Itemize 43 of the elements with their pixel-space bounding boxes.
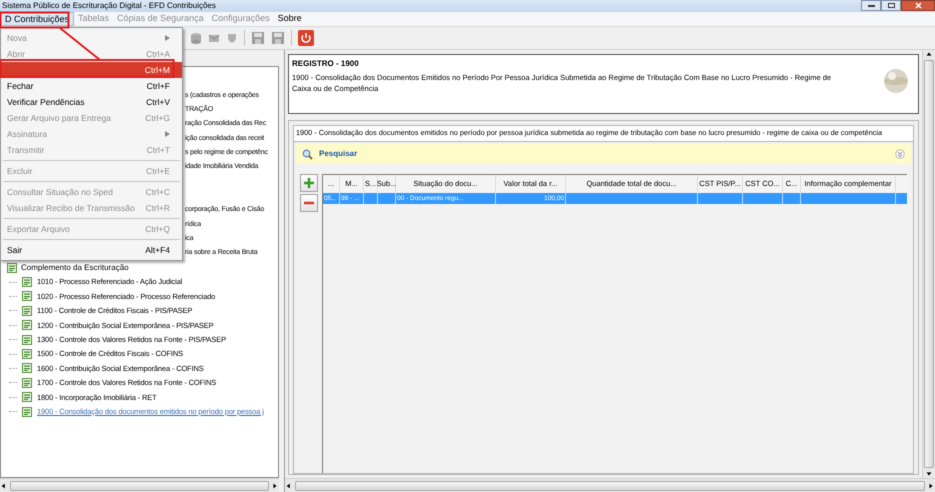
folder-icon — [7, 262, 17, 273]
search-bar[interactable]: Pesquisar — [296, 144, 911, 164]
close-icon — [914, 2, 922, 9]
search-icon — [302, 148, 313, 160]
document-icon — [22, 349, 32, 359]
annotation-line — [59, 27, 101, 61]
add-button[interactable] — [300, 174, 318, 192]
database-icon[interactable] — [190, 32, 202, 44]
vertical-scrollbar[interactable] — [922, 50, 935, 478]
annotation-box — [0, 12, 70, 28]
maximize-button[interactable] — [881, 0, 901, 11]
document-icon — [22, 378, 32, 388]
power-icon[interactable] — [298, 30, 314, 46]
remove-button[interactable] — [300, 194, 318, 212]
minimize-button[interactable] — [861, 0, 881, 11]
close-button[interactable] — [901, 0, 935, 11]
scroll-right-icon[interactable] — [927, 482, 935, 490]
horizontal-scrollbar[interactable] — [285, 478, 935, 492]
register-title: REGISTRO - 1900 — [292, 58, 360, 70]
document-icon — [22, 291, 32, 302]
scroll-right-icon[interactable] — [271, 482, 279, 490]
menu-item[interactable]: Sair Alt+F4 — [1, 242, 182, 258]
document-icon — [22, 320, 32, 330]
document-icon — [22, 277, 32, 288]
envelope-icon[interactable] — [208, 32, 220, 44]
document-icon — [22, 334, 32, 345]
search-label: Pesquisar — [319, 148, 358, 160]
menu-item[interactable]: Verificar Pendências Ctrl+V — [1, 94, 182, 110]
window-title: Sistema Público de Escrituração Digital - EFD Contribuições — [2, 2, 216, 10]
horizontal-scrollbar[interactable] — [0, 478, 279, 492]
document-icon — [22, 363, 32, 374]
menu-bar-item[interactable]: Sobre — [274, 12, 306, 26]
scroll-up-icon[interactable] — [925, 50, 933, 58]
document-icon — [22, 406, 32, 417]
document-icon — [22, 392, 32, 402]
document-icon — [22, 306, 32, 316]
tree-item-label[interactable]: Complemento da Escrituração — [21, 262, 129, 274]
scroll-left-icon[interactable] — [285, 482, 293, 490]
menu-item[interactable]: Fechar Ctrl+F — [1, 78, 182, 94]
plus-icon — [303, 177, 315, 189]
expand-icon[interactable] — [895, 149, 905, 159]
globe-icon — [881, 66, 911, 96]
scroll-left-icon[interactable] — [0, 482, 8, 490]
